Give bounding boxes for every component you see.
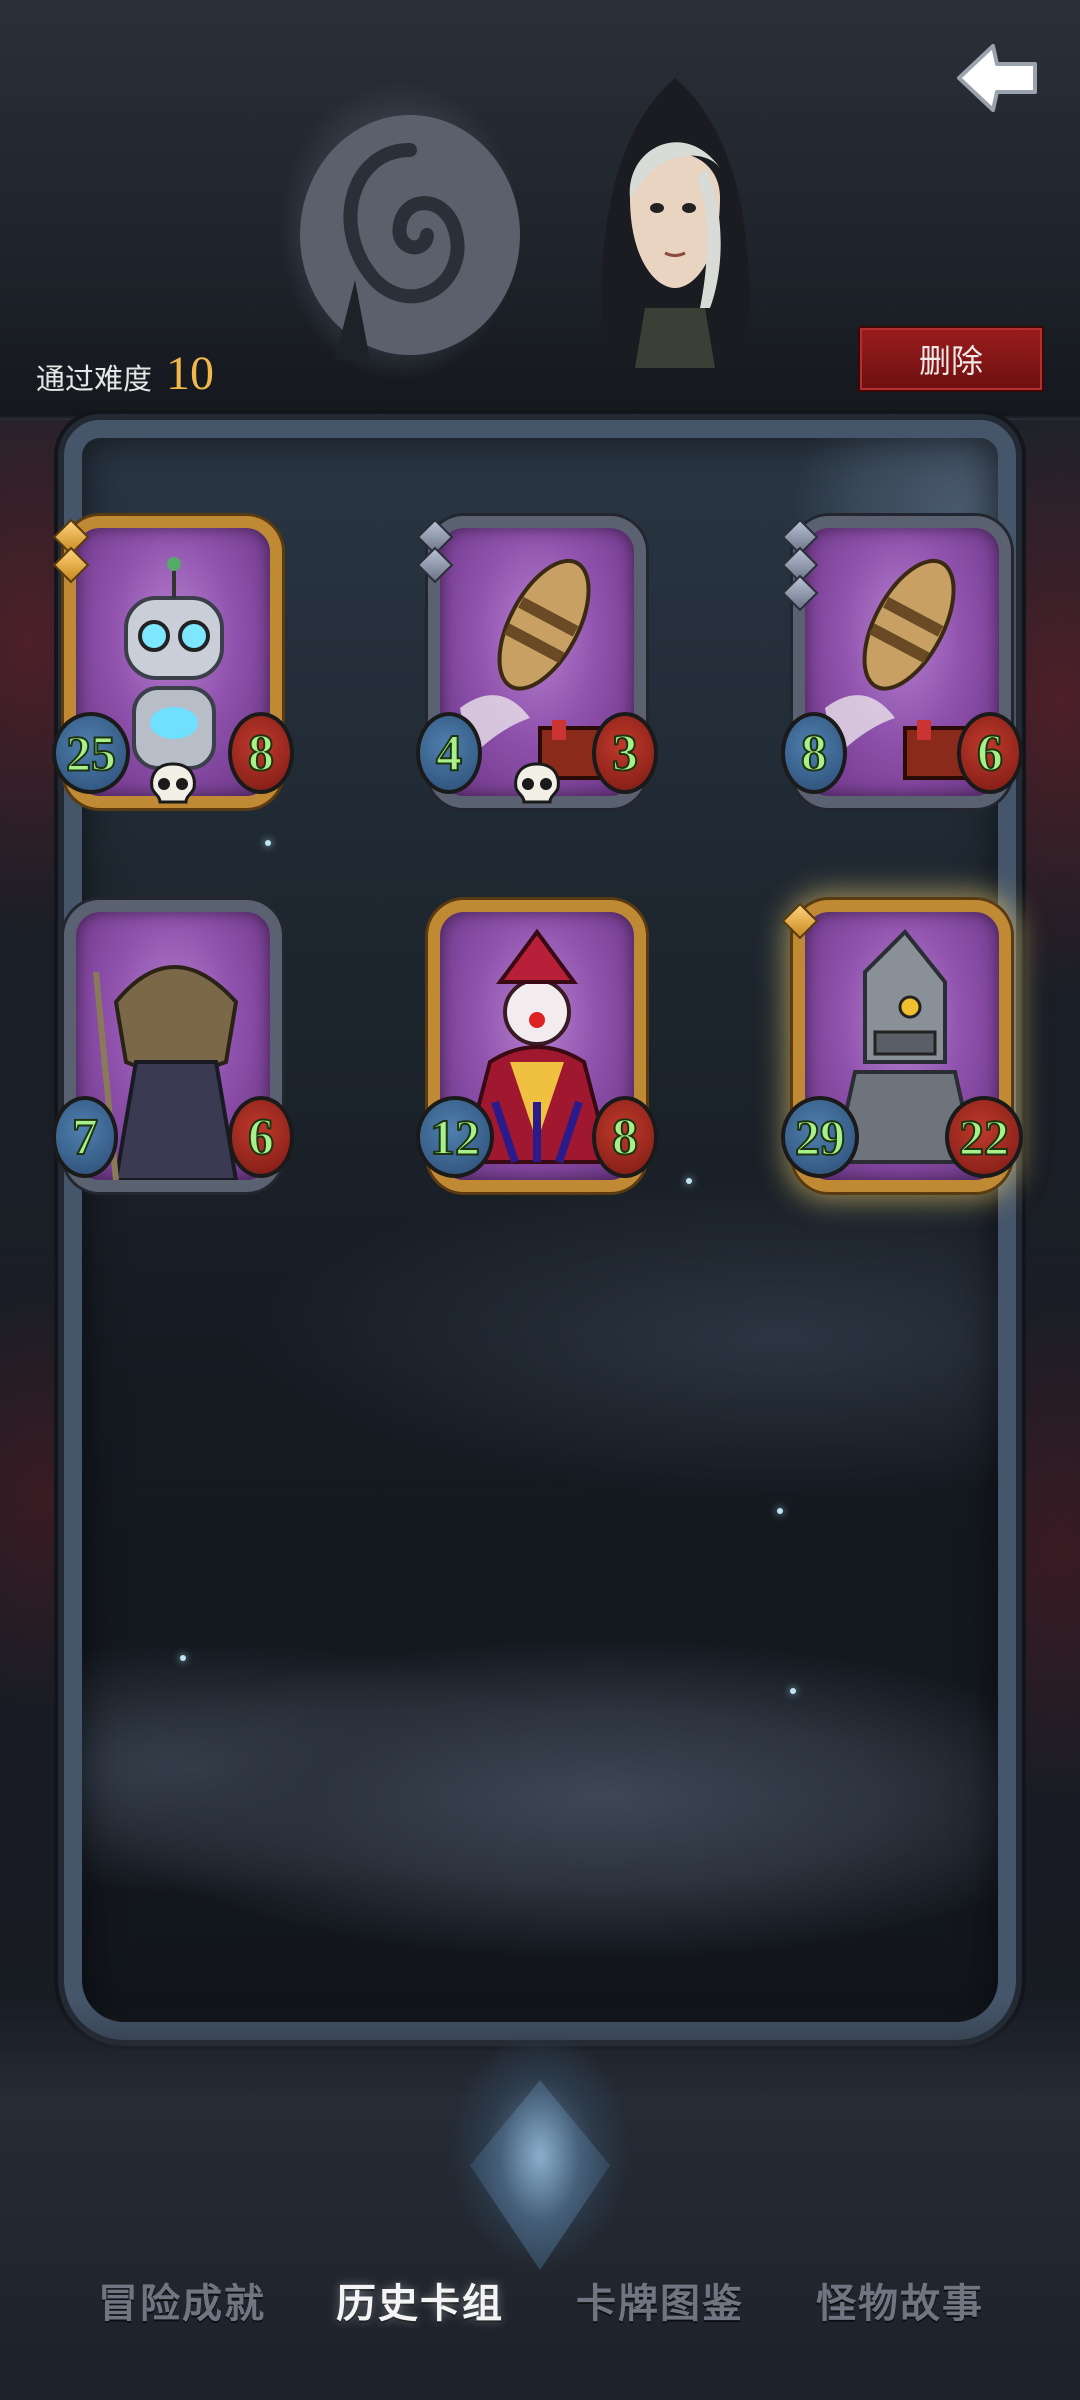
back-arrow-icon xyxy=(957,44,1037,112)
health-value: 22 xyxy=(945,1096,1023,1178)
health-value: 3 xyxy=(592,712,658,794)
tab-card-collection[interactable]: 卡牌图鉴 xyxy=(560,2260,760,2340)
rocket-card-2[interactable]: 86 xyxy=(781,516,1023,816)
health-value: 8 xyxy=(592,1096,658,1178)
rarity-pips xyxy=(781,902,819,940)
skull-icon xyxy=(514,762,560,804)
attack-value: 7 xyxy=(52,1096,118,1178)
back-button[interactable] xyxy=(948,30,1044,126)
tin-knight-card[interactable]: 29 22 xyxy=(781,900,1023,1200)
scarecrow-card[interactable]: 76 xyxy=(52,900,294,1200)
attack-value: 8 xyxy=(781,712,847,794)
health-value: 8 xyxy=(228,712,294,794)
star-decoration xyxy=(686,1178,692,1184)
attack-value: 25 xyxy=(52,712,130,794)
rarity-pip-icon xyxy=(52,546,90,584)
rarity-pips xyxy=(416,518,454,584)
hero-portrait xyxy=(601,78,750,368)
rarity-pips xyxy=(52,518,90,584)
tab-history-decks[interactable]: 历史卡组 xyxy=(320,2260,520,2340)
bottom-tab-bar: 冒险成就 历史卡组 卡牌图鉴 怪物故事 xyxy=(0,2260,1080,2340)
delete-button[interactable]: 删除 xyxy=(858,326,1044,392)
rarity-pip-icon xyxy=(781,574,819,612)
moon-swirl-decoration xyxy=(300,115,520,360)
health-value: 6 xyxy=(957,712,1023,794)
attack-value: 29 xyxy=(781,1096,859,1178)
difficulty-value: 10 xyxy=(166,347,215,400)
tab-adventure-achievements[interactable]: 冒险成就 xyxy=(82,2260,282,2340)
star-decoration xyxy=(180,1655,186,1661)
rarity-pips xyxy=(781,518,819,612)
skull-icon xyxy=(150,762,196,804)
health-value: 6 xyxy=(228,1096,294,1178)
star-decoration xyxy=(265,840,271,846)
rarity-pip-icon xyxy=(416,546,454,584)
star-decoration xyxy=(777,1508,783,1514)
difficulty-display: 通过难度 10 xyxy=(36,346,214,401)
rocket-card-1[interactable]: 43 xyxy=(416,516,658,816)
clown-card[interactable]: 12 8 xyxy=(416,900,658,1200)
difficulty-label: 通过难度 xyxy=(36,364,153,396)
tab-monster-stories[interactable]: 怪物故事 xyxy=(800,2260,1000,2340)
attack-value: 12 xyxy=(416,1096,494,1178)
rarity-pip-icon xyxy=(781,902,819,940)
robot-card[interactable]: 25 8 xyxy=(52,516,294,816)
attack-value: 4 xyxy=(416,712,482,794)
star-decoration xyxy=(790,1688,796,1694)
